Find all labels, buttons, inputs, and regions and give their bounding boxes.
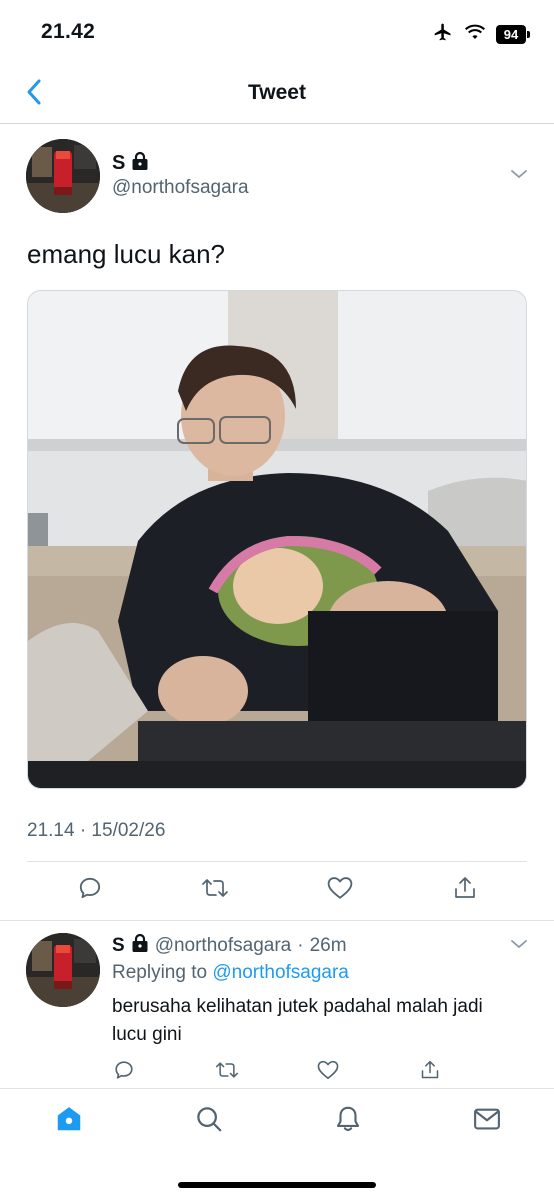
tweet-text: emang lucu kan? <box>27 239 226 269</box>
author-handle[interactable]: @northofsagara <box>112 177 249 199</box>
lock-icon <box>131 933 149 959</box>
battery-level: 94 <box>496 25 526 44</box>
chevron-down-icon <box>510 167 528 184</box>
reply-actions <box>0 1057 554 1087</box>
tab-search[interactable] <box>187 1103 231 1139</box>
home-indicator[interactable] <box>178 1182 376 1188</box>
author-name[interactable]: S <box>112 935 125 957</box>
reply-time: 26m <box>309 935 347 956</box>
reply-tweet[interactable]: S @northofsagara · 26m Replying to @northo… <box>0 921 554 1089</box>
like-icon <box>317 1060 339 1085</box>
tweet-actions <box>0 873 554 909</box>
lock-icon <box>131 151 149 176</box>
avatar[interactable] <box>26 933 100 1007</box>
main-tweet: S @northofsagara emang lucu kan? 21.14 ·… <box>0 125 554 920</box>
share-icon <box>420 1059 440 1086</box>
like-button[interactable] <box>308 1057 348 1087</box>
status-icons: 94 <box>432 22 530 47</box>
battery-icon: 94 <box>496 25 530 44</box>
replying-to-link[interactable]: @northofsagara <box>212 962 349 983</box>
search-icon <box>194 1104 224 1139</box>
wifi-icon <box>464 23 486 46</box>
author-handle[interactable]: @northofsagara <box>155 935 292 957</box>
reply-icon <box>77 875 103 906</box>
reply-text: berusaha kelihatan jutek padahal malah j… <box>112 996 483 1045</box>
replying-prefix: Replying to <box>112 962 208 983</box>
avatar[interactable] <box>26 139 100 213</box>
reply-button[interactable] <box>70 873 110 907</box>
messages-icon <box>472 1104 502 1139</box>
reply-header: S @northofsagara · 26m <box>112 933 347 959</box>
notifications-icon <box>333 1104 363 1139</box>
separator: · <box>297 935 304 956</box>
status-bar: 21.42 94 <box>0 0 554 64</box>
more-options-button[interactable] <box>510 937 528 955</box>
tab-messages[interactable] <box>465 1103 509 1139</box>
share-icon <box>453 875 477 906</box>
page-title: Tweet <box>248 81 306 104</box>
share-button[interactable] <box>410 1057 450 1087</box>
nav-header: Tweet <box>0 64 554 124</box>
airplane-icon <box>432 22 454 47</box>
tweet-photo[interactable] <box>27 290 527 789</box>
like-button[interactable] <box>320 873 360 907</box>
reply-button[interactable] <box>104 1057 144 1087</box>
home-icon <box>54 1104 84 1139</box>
chevron-down-icon <box>510 937 528 954</box>
divider <box>27 861 527 862</box>
tab-notifications[interactable] <box>326 1103 370 1139</box>
more-options-button[interactable] <box>510 167 528 185</box>
replying-to: Replying to @northofsagara <box>112 962 349 984</box>
retweet-icon <box>215 1059 239 1086</box>
retweet-button[interactable] <box>195 873 235 907</box>
tab-home[interactable] <box>47 1103 91 1139</box>
retweet-button[interactable] <box>207 1057 247 1087</box>
retweet-icon <box>201 875 229 906</box>
reply-icon <box>113 1059 135 1086</box>
tweet-timestamp: 21.14 · 15/02/26 <box>27 820 166 841</box>
author-name[interactable]: S <box>112 152 125 175</box>
status-time: 21.42 <box>41 20 96 43</box>
share-button[interactable] <box>445 873 485 907</box>
author-row: S <box>112 151 149 176</box>
like-icon <box>327 876 353 905</box>
